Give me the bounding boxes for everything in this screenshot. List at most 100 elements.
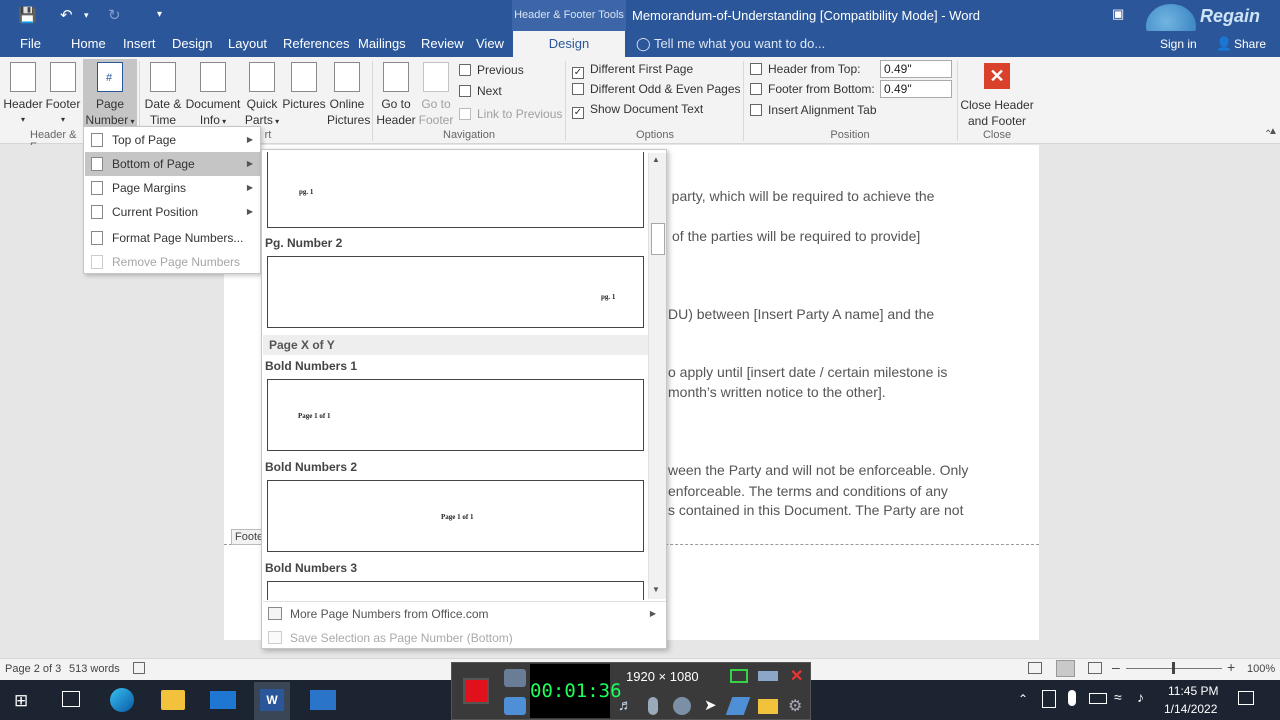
menu-item-page-margins[interactable]: Page Margins ▶ xyxy=(85,176,261,200)
proofing-icon[interactable] xyxy=(133,662,145,674)
document-line: enforceable. The terms and conditions of… xyxy=(668,483,948,499)
pictures-icon xyxy=(291,62,317,92)
record-stop-button[interactable] xyxy=(463,678,489,704)
web-layout-icon[interactable] xyxy=(1088,662,1102,674)
link-to-previous-button: Link to Previous xyxy=(459,104,562,124)
tab-layout[interactable]: Layout xyxy=(228,31,267,57)
clock-time[interactable]: 11:45 PM xyxy=(1168,684,1218,698)
gallery-item-bold-numbers-1[interactable]: Page 1 of 1 xyxy=(267,379,644,451)
pictures-button[interactable]: Pictures xyxy=(282,60,326,112)
volume-icon[interactable]: ♪ xyxy=(1137,689,1144,705)
different-odd-even-checkbox[interactable]: Different Odd & Even Pages xyxy=(572,79,741,99)
tab-header-footer-design[interactable]: Design xyxy=(513,31,625,57)
online-pictures-label-1: Online xyxy=(329,97,365,111)
ribbon-display-icon[interactable]: ▣ xyxy=(1112,6,1124,22)
document-info-button[interactable]: Document Info ▾ xyxy=(185,60,241,130)
sign-in-link[interactable]: Sign in xyxy=(1160,37,1197,51)
quick-parts-button[interactable]: Quick Parts ▾ xyxy=(244,60,280,130)
region-icon[interactable] xyxy=(730,669,748,683)
next-button[interactable]: Next xyxy=(459,81,502,101)
scroll-up-arrow-icon[interactable]: ▲ xyxy=(652,155,660,164)
menu-item-label: Current Position xyxy=(112,205,199,219)
tab-design[interactable]: Design xyxy=(172,31,212,57)
read-mode-icon[interactable] xyxy=(1028,662,1042,674)
camera-icon[interactable] xyxy=(504,669,526,687)
file-explorer-icon[interactable] xyxy=(161,690,185,710)
battery-icon[interactable] xyxy=(1089,693,1107,704)
pen-icon[interactable] xyxy=(725,697,751,715)
zoom-level[interactable]: 100% xyxy=(1247,663,1275,675)
edge-icon[interactable] xyxy=(110,688,134,712)
gallery-item-bold-numbers-3[interactable] xyxy=(267,581,644,600)
more-page-numbers-item[interactable]: More Page Numbers from Office.com ▶ xyxy=(263,602,666,626)
speaker-icon[interactable]: ♬ xyxy=(618,697,633,714)
tab-home[interactable]: Home xyxy=(71,31,106,57)
webcam-icon[interactable] xyxy=(673,697,691,715)
clock-date[interactable]: 1/14/2022 xyxy=(1164,702,1217,716)
media-player-icon[interactable] xyxy=(310,690,336,710)
link-to-previous-label: Link to Previous xyxy=(477,107,563,121)
tab-view[interactable]: View xyxy=(476,31,504,57)
share-button[interactable]: Share xyxy=(1234,37,1266,51)
word-taskbar-button[interactable]: W xyxy=(254,682,290,720)
online-pictures-button[interactable]: Online Pictures xyxy=(327,60,370,128)
page-count[interactable]: Page 2 of 3 xyxy=(5,663,61,675)
tab-file[interactable]: File xyxy=(20,31,41,57)
microphone-tray-icon[interactable] xyxy=(1068,690,1076,706)
zoom-slider-thumb[interactable] xyxy=(1172,662,1175,674)
different-first-page-checkbox[interactable]: ✓ Different First Page xyxy=(572,59,693,79)
customize-toolbar-icon[interactable]: ▾ xyxy=(157,9,162,20)
page-number-button[interactable]: # Page Number ▾ xyxy=(83,59,137,127)
menu-item-bottom-of-page[interactable]: Bottom of Page ▶ xyxy=(85,152,261,176)
tab-insert[interactable]: Insert xyxy=(123,31,156,57)
zoom-out-icon[interactable]: – xyxy=(1112,659,1120,675)
minimize-recorder-icon[interactable] xyxy=(758,671,778,681)
task-view-icon[interactable] xyxy=(62,691,80,707)
undo-icon[interactable]: ↶ xyxy=(60,6,73,24)
footer-from-bottom-input[interactable]: 0.49" xyxy=(880,80,952,98)
tab-review[interactable]: Review xyxy=(421,31,464,57)
recording-resolution[interactable]: 1920 × 1080 xyxy=(626,669,699,684)
gallery-item-bold-numbers-2[interactable]: Page 1 of 1 xyxy=(267,480,644,552)
windows-start-icon[interactable]: ⊞ xyxy=(14,691,28,711)
menu-item-top-of-page[interactable]: Top of Page ▶ xyxy=(85,128,261,152)
settings-gear-icon[interactable]: ⚙ xyxy=(788,696,802,716)
menu-item-current-position[interactable]: Current Position ▶ xyxy=(85,200,261,224)
footer-button[interactable]: Footer ▾ xyxy=(44,60,82,128)
mail-icon[interactable] xyxy=(210,691,236,709)
scroll-thumb[interactable] xyxy=(651,223,665,255)
show-document-text-checkbox[interactable]: ✓ Show Document Text xyxy=(572,99,703,119)
tell-me-search[interactable]: ◯ Tell me what you want to do... xyxy=(636,31,825,57)
show-hidden-icons[interactable]: ⌃ xyxy=(1018,692,1028,706)
gallery-item-pg-number-2[interactable]: pg. 1 xyxy=(267,256,644,328)
tab-mailings[interactable]: Mailings xyxy=(358,31,406,57)
header-from-top-input[interactable]: 0.49" xyxy=(880,60,952,78)
notifications-icon[interactable] xyxy=(1238,691,1254,705)
undo-dropdown-icon[interactable]: ▾ xyxy=(84,10,89,21)
close-recorder-icon[interactable]: ✕ xyxy=(790,666,803,686)
zoom-in-icon[interactable]: + xyxy=(1227,659,1235,675)
share-icon[interactable]: 👤 xyxy=(1216,36,1232,52)
go-to-header-button[interactable]: Go to Header xyxy=(376,60,416,128)
insert-alignment-tab-button[interactable]: Insert Alignment Tab xyxy=(750,100,877,120)
menu-item-label: Bottom of Page xyxy=(112,157,195,171)
gallery-scrollbar[interactable]: ▲ ▼ xyxy=(648,153,666,599)
wifi-icon[interactable]: ≈ xyxy=(1114,689,1122,705)
folder-icon[interactable] xyxy=(758,699,778,714)
tab-references[interactable]: References xyxy=(283,31,349,57)
close-header-footer-button[interactable]: ✕ Close Header and Footer xyxy=(960,60,1034,129)
menu-item-format-page-numbers[interactable]: Format Page Numbers... xyxy=(85,226,261,250)
word-count[interactable]: 513 words xyxy=(69,663,120,675)
previous-button[interactable]: Previous xyxy=(459,60,524,80)
header-button[interactable]: Header ▾ xyxy=(3,60,43,128)
microphone-icon[interactable] xyxy=(648,697,658,715)
date-time-button[interactable]: Date & Time xyxy=(141,60,185,128)
save-icon[interactable]: 💾 xyxy=(18,6,37,24)
tablet-icon[interactable] xyxy=(1042,690,1056,708)
pause-button[interactable] xyxy=(504,697,526,715)
scroll-down-arrow-icon[interactable]: ▼ xyxy=(652,585,660,594)
print-layout-icon[interactable] xyxy=(1056,660,1075,677)
cursor-icon[interactable]: ➤ xyxy=(704,696,717,714)
scroll-up-icon[interactable]: ▲ xyxy=(1268,126,1278,137)
gallery-item-plain-number-top[interactable]: pg. 1 xyxy=(267,152,644,228)
